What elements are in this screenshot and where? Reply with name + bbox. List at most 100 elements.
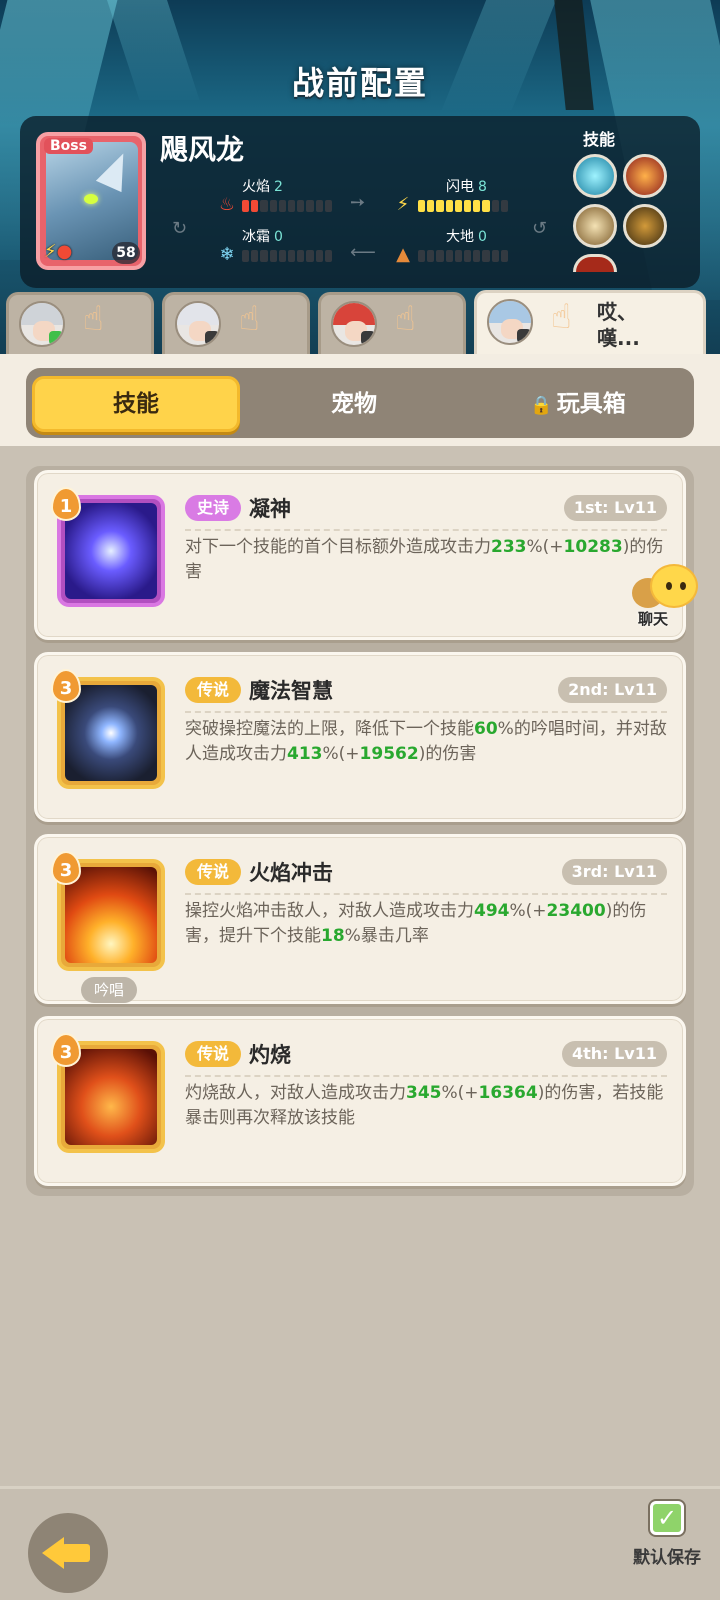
skill-name: 魔法智慧 bbox=[249, 679, 333, 703]
stat-bar-segment bbox=[315, 200, 323, 212]
stat-bar-segment bbox=[288, 200, 296, 212]
boss-skill-partial-icon[interactable] bbox=[573, 254, 617, 272]
chat-label: 聊天 bbox=[638, 610, 669, 628]
boss-skills-label: 技能 bbox=[583, 130, 616, 149]
hero-tab-1[interactable]: ☝ bbox=[6, 292, 154, 354]
stat-value: 0 bbox=[274, 229, 283, 245]
skill-card[interactable]: 1 史诗 凝神 1st: Lv11 对下一个技能的首个目标额外造成攻击力233%… bbox=[34, 470, 686, 640]
skill-order-level: 2nd: Lv11 bbox=[558, 677, 667, 703]
page-title: 战前配置 bbox=[291, 64, 428, 102]
stat-bar-segment bbox=[269, 200, 277, 212]
skill-level-badge: 3 bbox=[51, 669, 81, 703]
description-text: 操控火焰冲击敌人，对敌人造成攻击力 bbox=[185, 901, 474, 921]
stat-bar-segment bbox=[500, 200, 509, 212]
boss-level: 58 bbox=[112, 242, 140, 264]
hero-avatar bbox=[487, 299, 533, 345]
skill-level-badge: 3 bbox=[51, 851, 81, 885]
stat-bar-segment bbox=[260, 250, 268, 262]
boss-eye bbox=[84, 194, 98, 204]
divider bbox=[185, 529, 667, 531]
highlight-value: 23400 bbox=[546, 901, 606, 921]
skill-order-level: 1st: Lv11 bbox=[563, 495, 667, 521]
tab-toybox[interactable]: 🔒 玩具箱 bbox=[468, 376, 688, 432]
divider bbox=[185, 711, 667, 713]
highlight-value: 18 bbox=[321, 926, 345, 946]
hand-tap-icon: ☝ bbox=[83, 299, 104, 339]
stat-bar-segment bbox=[482, 250, 490, 262]
stat-bar-segment bbox=[454, 250, 463, 262]
boss-skill-hood-icon[interactable] bbox=[623, 204, 667, 248]
boss-portrait[interactable]: Boss ⚡● 58 bbox=[36, 132, 146, 270]
boss-skill-whirlwind-icon[interactable] bbox=[573, 154, 617, 198]
skill-order-level: 4th: Lv11 bbox=[561, 1041, 667, 1067]
stat-bar-segment bbox=[427, 250, 435, 262]
stat-label: 大地 bbox=[446, 229, 474, 245]
stat-label: 火焰 bbox=[242, 179, 270, 195]
hero-tab-4[interactable]: ☝ 哎、嘆... bbox=[474, 290, 706, 356]
hero-avatar bbox=[175, 301, 221, 347]
stat-bar-segment bbox=[418, 200, 426, 212]
chat-bubble-icon bbox=[650, 564, 698, 608]
description-text: %(+ bbox=[441, 1083, 479, 1103]
tab-pets[interactable]: 宠物 bbox=[250, 376, 458, 432]
highlight-value: 19562 bbox=[359, 744, 419, 764]
lightning-fire-icon: ⚡● bbox=[44, 241, 73, 262]
back-button[interactable] bbox=[28, 1513, 108, 1593]
snowflake-icon: ❄ bbox=[219, 244, 235, 265]
checkbox-icon[interactable]: ✓ bbox=[650, 1501, 684, 1535]
skill-description: 灼烧敌人，对敌人造成攻击力345%(+16364)的伤害，若技能暴击则再次释放该… bbox=[185, 1081, 671, 1131]
skill-description: 对下一个技能的首个目标额外造成攻击力233%(+10283)的伤害 bbox=[185, 535, 671, 585]
hero-tab-2[interactable]: ☝ bbox=[162, 292, 310, 354]
rarity-badge: 史诗 bbox=[185, 495, 241, 521]
cycle-arrow-icon: ↺ bbox=[532, 218, 548, 239]
tab-skills[interactable]: 技能 bbox=[32, 376, 240, 432]
hand-tap-icon: ☝ bbox=[395, 299, 416, 339]
chant-tag: 吟唱 bbox=[81, 977, 137, 1003]
boss-skill-fire-icon[interactable] bbox=[623, 154, 667, 198]
stat-bar-segment bbox=[473, 250, 481, 262]
stat-bar-segment bbox=[288, 250, 296, 262]
hero-avatar bbox=[331, 301, 377, 347]
stat-bar-segment bbox=[445, 250, 453, 262]
description-text: 突破操控魔法的上限，降低下一个技能 bbox=[185, 719, 474, 739]
divider bbox=[185, 893, 667, 895]
boss-skill-wood-icon[interactable] bbox=[573, 204, 617, 248]
tab-toybox-label: 玩具箱 bbox=[556, 391, 626, 417]
stat-bar bbox=[242, 200, 333, 212]
hero-tab-3[interactable]: ☝ bbox=[318, 292, 466, 354]
skill-name: 凝神 bbox=[249, 497, 291, 521]
stat-bar-segment bbox=[324, 200, 333, 212]
boss-badge: Boss bbox=[44, 138, 93, 154]
highlight-value: 494 bbox=[474, 901, 510, 921]
hero-avatar bbox=[19, 301, 65, 347]
fire-icon: ♨ bbox=[218, 194, 236, 215]
stat-bar-segment bbox=[445, 200, 453, 212]
stat-bar-segment bbox=[491, 200, 499, 212]
stat-bar-segment bbox=[278, 250, 287, 262]
stat-bar-segment bbox=[278, 200, 287, 212]
stat-bar bbox=[418, 200, 509, 212]
stat-bar-segment bbox=[473, 200, 481, 212]
cycle-arrow-icon: ➙ bbox=[350, 192, 366, 213]
default-save-toggle[interactable]: ✓ 默认保存 bbox=[622, 1501, 712, 1568]
description-text: 灼烧敌人，对敌人造成攻击力 bbox=[185, 1083, 406, 1103]
skill-card[interactable]: 3 传说 灼烧 4th: Lv11 灼烧敌人，对敌人造成攻击力345%(+163… bbox=[34, 1016, 686, 1186]
highlight-value: 345 bbox=[406, 1083, 442, 1103]
earth-icon: ▲ bbox=[396, 244, 410, 265]
skill-order-level: 3rd: Lv11 bbox=[561, 859, 667, 885]
stat-bar-segment bbox=[260, 200, 268, 212]
highlight-value: 60 bbox=[474, 719, 498, 739]
skill-level-badge: 3 bbox=[51, 1033, 81, 1067]
stat-bar-segment bbox=[436, 200, 444, 212]
skill-card[interactable]: 3 传说 魔法智慧 2nd: Lv11 突破操控魔法的上限，降低下一个技能60%… bbox=[34, 652, 686, 822]
stat-value: 8 bbox=[478, 179, 487, 195]
rarity-badge: 传说 bbox=[185, 677, 241, 703]
description-text: %(+ bbox=[526, 537, 564, 557]
stat-bar-segment bbox=[297, 200, 305, 212]
category-tab-bar: 技能 宠物 🔒 玩具箱 bbox=[0, 354, 720, 446]
chat-button[interactable]: 聊天 bbox=[632, 560, 708, 630]
skill-card[interactable]: 3 吟唱 传说 火焰冲击 3rd: Lv11 操控火焰冲击敌人，对敌人造成攻击力… bbox=[34, 834, 686, 1004]
description-text: %(+ bbox=[322, 744, 360, 764]
stat-bar-segment bbox=[418, 250, 426, 262]
highlight-value: 233 bbox=[491, 537, 527, 557]
